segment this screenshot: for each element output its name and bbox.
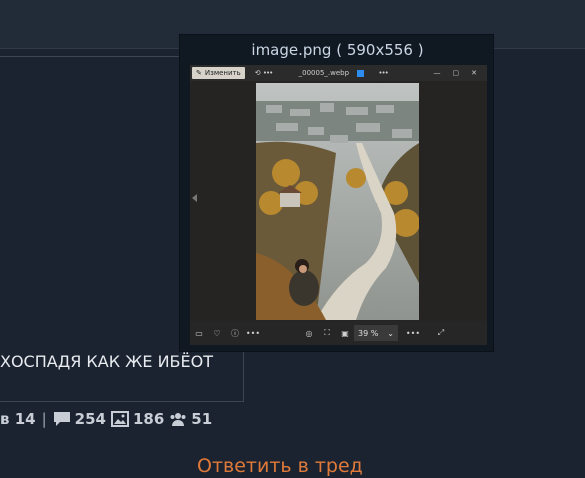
maximize-icon: ▢ bbox=[452, 69, 460, 77]
photo-image bbox=[256, 83, 419, 320]
images-count: 186 bbox=[132, 410, 165, 428]
edit-button: ✎ Изменить bbox=[192, 67, 245, 79]
thread-stats: в 14 | 254 186 51 bbox=[0, 410, 217, 428]
minimize-icon: — bbox=[433, 69, 441, 77]
viewer-canvas bbox=[190, 81, 487, 321]
post-text: ХОСПАДЯ КАК ЖЕ ИБЁОТ bbox=[0, 352, 214, 371]
posts-count: 254 bbox=[74, 410, 106, 428]
filmstrip-icon: ▭ bbox=[195, 328, 203, 338]
reply-link[interactable]: Ответить в тред bbox=[197, 455, 363, 477]
fit-icon: ▣ bbox=[341, 328, 349, 338]
comment-icon bbox=[53, 411, 71, 427]
scan-icon: ⛶ bbox=[324, 328, 330, 337]
viewer-file-name: _00005_.webp bbox=[298, 69, 350, 77]
posters-count: 51 bbox=[191, 410, 213, 428]
stats-separator: | bbox=[41, 410, 47, 428]
favorite-icon: ♡ bbox=[213, 328, 221, 338]
zoom-level: 39 % ⌄ bbox=[354, 325, 398, 341]
edit-icon: ✎ bbox=[196, 69, 202, 77]
more-icon: ••• bbox=[378, 69, 388, 77]
close-icon: ✕ bbox=[471, 69, 477, 77]
edit-button-label: Изменить bbox=[204, 69, 241, 77]
popup-title: image.png ( 590x556 ) bbox=[251, 41, 424, 59]
viewer-bottom-bar: ▭ ♡ ⓘ ••• ◎ ⛶ ▣ 39 % ⌄ ••• ⤢ bbox=[190, 321, 487, 345]
info-icon: ⓘ bbox=[231, 328, 239, 338]
chevron-down-icon: ⌄ bbox=[387, 328, 394, 338]
more-icon: ••• bbox=[262, 69, 273, 77]
stats-prefix: в 14 bbox=[0, 410, 36, 428]
more-icon: ••• bbox=[245, 328, 261, 338]
photo-viewer-screenshot: ✎ Изменить ⟲ ••• _00005_.webp ••• — ▢ ✕ bbox=[190, 65, 487, 345]
viewer-top-bar: ✎ Изменить ⟲ ••• _00005_.webp ••• — ▢ ✕ bbox=[190, 65, 487, 81]
prev-arrow-icon bbox=[192, 194, 197, 202]
image-popup[interactable]: image.png ( 590x556 ) ✎ Изменить ⟲ ••• _… bbox=[179, 34, 494, 352]
image-icon bbox=[110, 411, 129, 427]
zoom-value: 39 % bbox=[358, 328, 379, 338]
more-icon: ••• bbox=[405, 328, 421, 338]
crop-icon: ◎ bbox=[305, 328, 313, 338]
fullscreen-icon: ⤢ bbox=[437, 328, 445, 337]
app-icon bbox=[357, 69, 365, 77]
users-icon bbox=[169, 411, 187, 427]
